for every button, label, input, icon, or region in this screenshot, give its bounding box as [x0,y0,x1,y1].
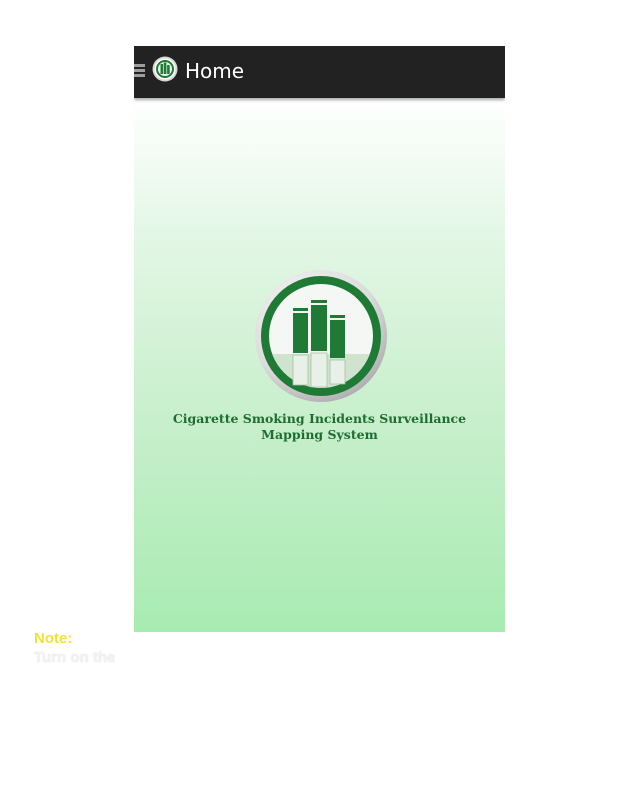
screen-title: Home [185,59,245,83]
app-name-line1: Cigarette Smoking Incidents Surveillance [172,411,467,426]
app-name-line2: Mapping System [261,427,378,442]
action-bar: Home [134,46,505,98]
app-name: Cigarette Smoking Incidents Surveillance… [134,411,505,443]
cigarette-bars-logo [255,270,387,402]
phone-screen: Home Cigarette Smoking Incidents Surveil… [134,46,505,632]
app-logo-icon[interactable] [152,56,178,82]
splash-content: Cigarette Smoking Incidents Surveillance… [134,98,505,632]
note-label: Note: [34,630,73,647]
hamburger-menu-icon[interactable] [134,64,145,78]
note-text: Turn on the [34,649,116,666]
note-overlay: Note: Turn on the [34,629,115,667]
